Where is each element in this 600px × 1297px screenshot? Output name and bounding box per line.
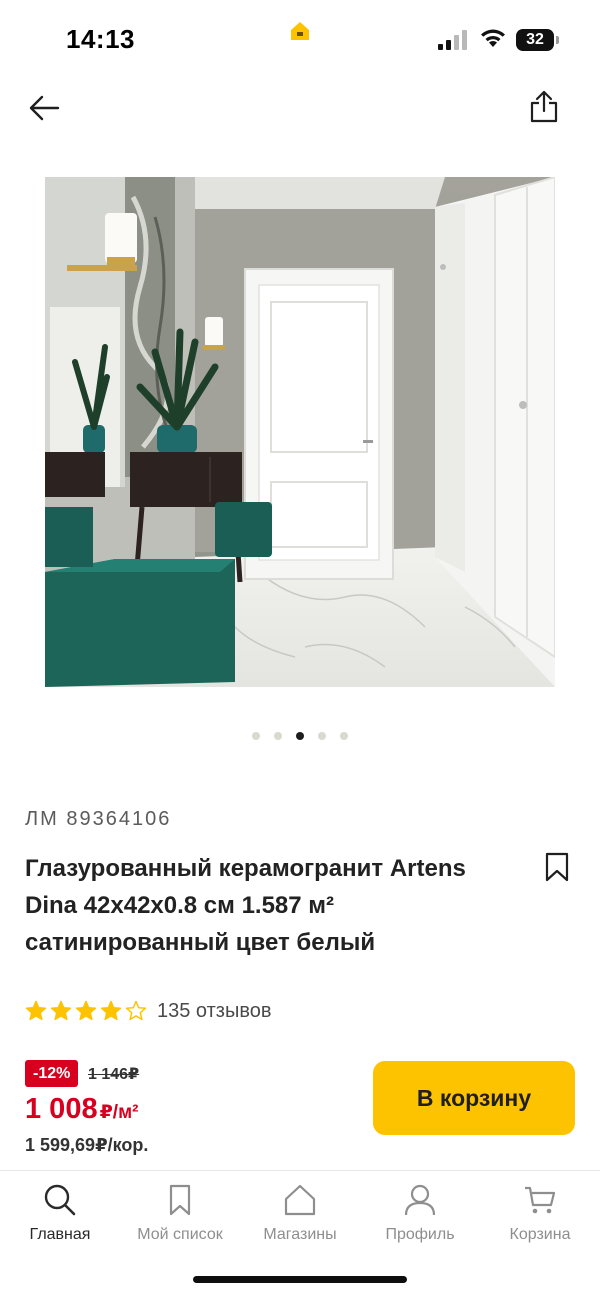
bookmark-icon	[545, 852, 569, 882]
profile-icon	[404, 1184, 436, 1216]
app-home-icon	[291, 22, 309, 40]
price-per-box: 1 599,69₽/кор.	[25, 1135, 149, 1155]
status-time: 14:13	[66, 24, 135, 54]
product-image-gallery[interactable]	[45, 177, 555, 687]
search-icon	[44, 1184, 76, 1216]
star-filled-icon	[75, 1000, 97, 1021]
tab-my-list[interactable]: Мой список	[120, 1183, 240, 1253]
discount-badge: -12%	[25, 1060, 79, 1087]
tab-cart[interactable]: Корзина	[480, 1183, 600, 1253]
arrow-left-icon	[29, 95, 60, 121]
star-empty-icon	[125, 1000, 147, 1021]
gallery-dot[interactable]	[340, 732, 348, 740]
tab-stores[interactable]: Магазины	[240, 1183, 360, 1253]
tab-label: Магазины	[263, 1226, 337, 1243]
battery-level: 32	[516, 29, 554, 51]
gallery-dot-active[interactable]	[296, 732, 304, 740]
back-button[interactable]	[22, 86, 66, 130]
gallery-dot[interactable]	[252, 732, 260, 740]
product-title: Глазурованный керамогранит Artens Dina 4…	[25, 850, 525, 961]
battery-icon: 32	[516, 29, 560, 51]
rating-stars	[25, 1000, 147, 1022]
tab-label: Мой список	[137, 1226, 223, 1243]
cart-icon	[525, 1186, 556, 1214]
tab-label: Корзина	[509, 1226, 571, 1243]
star-filled-icon	[50, 1000, 72, 1021]
product-sku: ЛМ 89364106	[25, 808, 172, 830]
product-title-line: сатинированный цвет белый	[25, 929, 376, 956]
status-bar: 14:13 32	[0, 0, 600, 80]
product-photo	[45, 177, 555, 687]
wifi-icon	[481, 29, 505, 47]
bookmark-icon	[169, 1184, 191, 1216]
home-indicator	[193, 1276, 407, 1283]
add-to-cart-button[interactable]: В корзину	[373, 1061, 575, 1135]
star-filled-icon	[100, 1000, 122, 1021]
reviews-count[interactable]: 135 отзывов	[157, 1000, 271, 1023]
current-price: 1 008 ₽/м²	[25, 1093, 138, 1126]
tab-label: Профиль	[385, 1226, 455, 1243]
share-icon	[530, 90, 558, 123]
price-value: 1 008	[25, 1093, 98, 1125]
product-rating[interactable]: 135 отзывов	[25, 996, 271, 1026]
product-title-line: Dina 42x42x0.8 см 1.587 м²	[25, 892, 335, 919]
price-unit: ₽/м²	[99, 1102, 139, 1123]
share-button[interactable]	[522, 84, 566, 128]
tab-home[interactable]: Главная	[0, 1183, 120, 1253]
tab-profile[interactable]: Профиль	[360, 1183, 480, 1253]
gallery-dot[interactable]	[274, 732, 282, 740]
signal-icon	[438, 30, 467, 50]
star-filled-icon	[25, 1000, 47, 1021]
store-icon	[284, 1184, 316, 1216]
add-to-list-button[interactable]	[540, 848, 574, 886]
top-nav	[0, 80, 600, 140]
gallery-pagination	[0, 729, 600, 743]
gallery-dot[interactable]	[318, 732, 326, 740]
product-title-line: Глазурованный керамогранит Artens	[25, 855, 466, 882]
old-price: 1 146₽	[88, 1066, 140, 1083]
tab-label: Главная	[29, 1226, 91, 1243]
